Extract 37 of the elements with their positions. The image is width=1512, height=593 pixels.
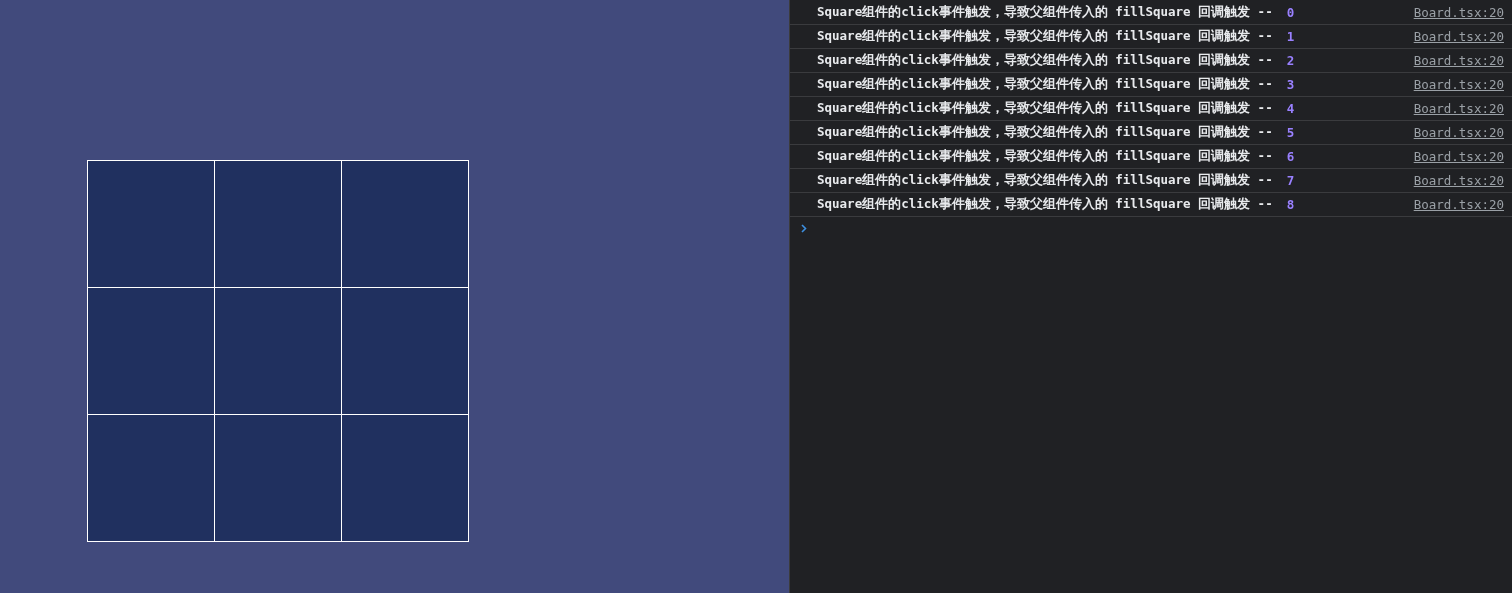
log-message: Square组件的click事件触发，导致父组件传入的 fillSquare 回调触发 -- xyxy=(817,196,1273,213)
board-square[interactable] xyxy=(88,161,214,287)
source-link[interactable]: Board.tsx:20 xyxy=(1413,101,1504,116)
board-square[interactable] xyxy=(215,415,341,541)
log-value: 0 xyxy=(1286,5,1295,20)
source-link[interactable]: Board.tsx:20 xyxy=(1413,77,1504,92)
source-link[interactable]: Board.tsx:20 xyxy=(1413,173,1504,188)
log-value: 8 xyxy=(1286,197,1295,212)
log-message: Square组件的click事件触发，导致父组件传入的 fillSquare 回调触发 -- xyxy=(817,28,1273,45)
source-link[interactable]: Board.tsx:20 xyxy=(1413,197,1504,212)
board-square[interactable] xyxy=(215,288,341,414)
log-message: Square组件的click事件触发，导致父组件传入的 fillSquare 回调触发 -- xyxy=(817,148,1273,165)
log-value: 4 xyxy=(1286,101,1295,116)
log-message: Square组件的click事件触发，导致父组件传入的 fillSquare 回调触发 -- xyxy=(817,52,1273,69)
source-link[interactable]: Board.tsx:20 xyxy=(1413,5,1504,20)
log-message: Square组件的click事件触发，导致父组件传入的 fillSquare 回调触发 -- xyxy=(817,172,1273,189)
board-square[interactable] xyxy=(88,288,214,414)
source-link[interactable]: Board.tsx:20 xyxy=(1413,149,1504,164)
log-message: Square组件的click事件触发，导致父组件传入的 fillSquare 回调触发 -- xyxy=(817,124,1273,141)
board-square[interactable] xyxy=(342,288,468,414)
source-link[interactable]: Board.tsx:20 xyxy=(1413,125,1504,140)
prompt-chevron-icon[interactable] xyxy=(801,224,807,233)
log-value: 2 xyxy=(1286,53,1295,68)
log-message: Square组件的click事件触发，导致父组件传入的 fillSquare 回调触发 -- xyxy=(817,100,1273,117)
source-link[interactable]: Board.tsx:20 xyxy=(1413,29,1504,44)
log-value: 7 xyxy=(1286,173,1295,188)
board-square[interactable] xyxy=(342,415,468,541)
board-square[interactable] xyxy=(88,415,214,541)
log-message: Square组件的click事件触发，导致父组件传入的 fillSquare 回调触发 -- xyxy=(817,4,1273,21)
log-value: 5 xyxy=(1286,125,1295,140)
log-value: 3 xyxy=(1286,77,1295,92)
source-link[interactable]: Board.tsx:20 xyxy=(1413,53,1504,68)
log-value: 1 xyxy=(1286,29,1295,44)
board-square[interactable] xyxy=(215,161,341,287)
log-value: 6 xyxy=(1286,149,1295,164)
log-message: Square组件的click事件触发，导致父组件传入的 fillSquare 回调触发 -- xyxy=(817,76,1273,93)
board-square[interactable] xyxy=(342,161,468,287)
